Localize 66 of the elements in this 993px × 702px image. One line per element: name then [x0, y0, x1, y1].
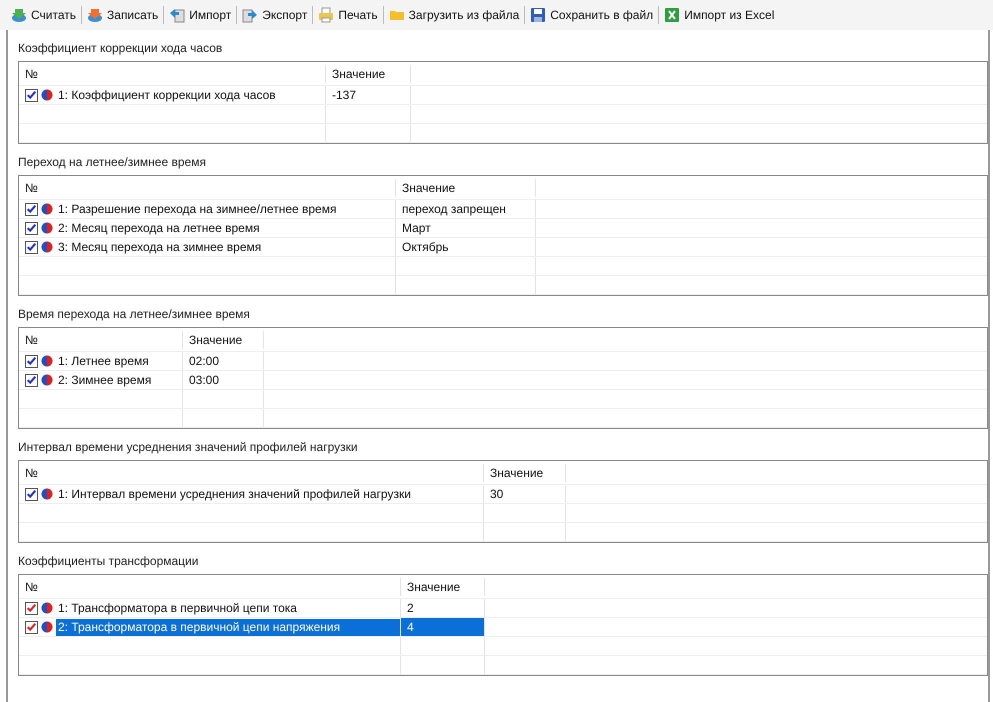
value-cell[interactable]: 02:00 [183, 352, 264, 370]
row-label[interactable]: 2: Месяц перехода на летнее время [56, 219, 262, 237]
arrow-icon [11, 7, 27, 23]
column-header: № [19, 178, 396, 196]
export-icon [242, 7, 258, 23]
toolbar-button[interactable]: Записать [82, 4, 164, 26]
checkbox[interactable] [25, 602, 38, 614]
spreadsheet-icon [664, 7, 680, 23]
column-header: Значение [326, 64, 411, 82]
ball-icon [41, 602, 53, 614]
ball-icon [41, 222, 53, 234]
checkbox[interactable] [25, 202, 38, 216]
arrow-icon [87, 7, 104, 23]
row-label[interactable]: 1: Летнее время [56, 352, 151, 370]
checkbox[interactable] [25, 88, 38, 102]
group-title: Интервал времени усреднения значений профилей нагрузки [18, 439, 359, 456]
toolbar-button[interactable]: Импорт [164, 4, 236, 26]
column-header: № [19, 578, 401, 596]
value-cell[interactable]: 2 [401, 599, 485, 617]
value-cell[interactable]: Март [396, 219, 536, 237]
ball-icon [41, 241, 53, 253]
toolbar-button[interactable]: Импорт из Excel [659, 4, 780, 26]
row-label[interactable]: 2: Трансформатора в первичной цепи напряжения [56, 618, 400, 636]
ball-icon [41, 203, 53, 215]
group-title: Время перехода на летнее/зимнее время [18, 306, 251, 323]
ball-icon [41, 89, 53, 101]
column-header: № [19, 464, 484, 482]
toolbar-button[interactable]: Экспорт [237, 4, 312, 26]
import-icon [169, 7, 186, 23]
save-icon [530, 7, 546, 23]
ball-icon [41, 355, 53, 367]
ball-icon [41, 374, 53, 386]
row-label[interactable]: 1: Интервал времени усреднения значений профилей нагрузки [56, 485, 413, 503]
ball-icon [41, 488, 53, 500]
column-header: Значение [396, 178, 536, 196]
column-header: Значение [484, 464, 566, 482]
value-cell[interactable]: 4 [401, 618, 485, 636]
column-header: Значение [401, 578, 485, 596]
checkbox[interactable] [25, 620, 38, 634]
checkbox[interactable] [25, 488, 38, 500]
checkbox[interactable] [25, 240, 38, 254]
group-title: Коэффициенты трансформации [18, 553, 200, 570]
row-label[interactable]: 1: Разрешение перехода на зимнее/летнее время [56, 200, 338, 218]
checkbox[interactable] [25, 222, 38, 234]
checkbox[interactable] [25, 374, 38, 386]
toolbar-button[interactable]: Печать [313, 4, 383, 26]
printer-icon [318, 7, 334, 23]
value-cell[interactable]: -137 [326, 86, 411, 104]
group-title: Переход на летнее/зимнее время [18, 154, 207, 171]
column-header: № [19, 64, 326, 82]
value-cell[interactable]: 30 [484, 485, 566, 503]
row-label[interactable]: 3: Месяц перехода на зимнее время [56, 238, 264, 256]
value-cell[interactable]: Октябрь [396, 238, 536, 256]
group-title: Коэффициент коррекции хода часов [18, 40, 224, 57]
row-label[interactable]: 1: Трансформатора в первичной цепи тока [56, 599, 299, 617]
column-header: № [19, 330, 183, 348]
row-label[interactable]: 2: Зимнее время [56, 371, 154, 389]
checkbox[interactable] [25, 354, 38, 368]
column-header: Значение [183, 330, 264, 348]
value-cell[interactable]: переход запрещен [396, 200, 536, 218]
toolbar-button[interactable]: Считать [6, 4, 82, 26]
toolbar-button[interactable]: Сохранить в файл [525, 4, 658, 26]
toolbar-button[interactable]: Загрузить из файла [384, 4, 524, 26]
value-cell[interactable]: 03:00 [183, 371, 264, 389]
ball-icon [41, 621, 53, 633]
row-label[interactable]: 1: Коэффициент коррекции хода часов [56, 86, 278, 104]
